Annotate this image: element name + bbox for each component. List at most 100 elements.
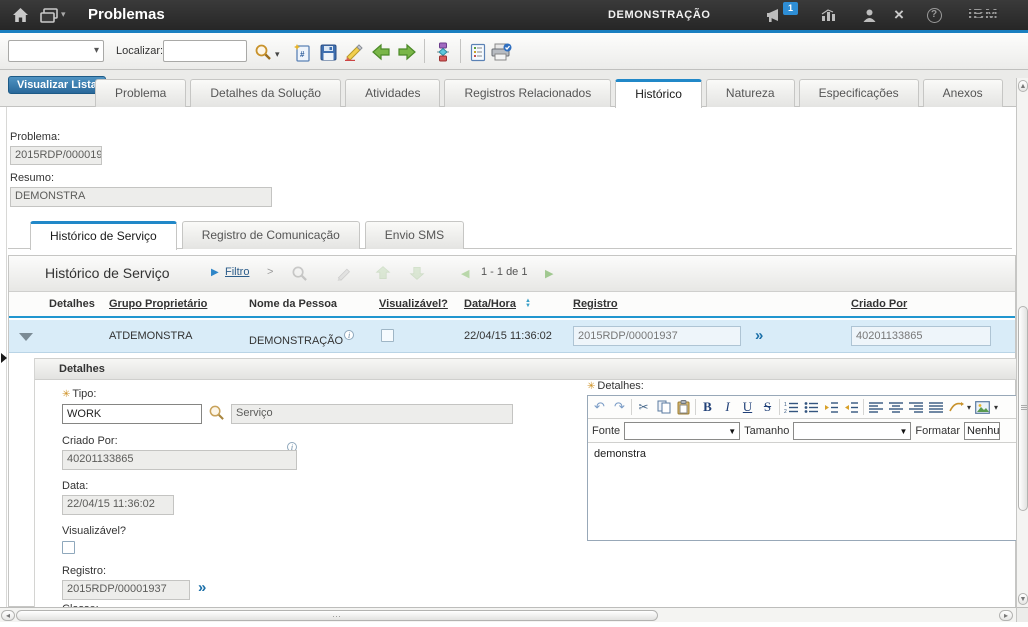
next-page-icon[interactable]: ▶ [545,267,553,280]
italic-icon[interactable]: I [719,399,736,416]
visualizavel-label: Visualizável? [62,525,126,537]
fonte-select[interactable]: ▼ [624,422,740,440]
tab-atividades[interactable]: Atividades [345,79,440,107]
clear-changes-icon[interactable] [342,41,364,63]
horizontal-scroll-thumb[interactable]: ⋯ [16,610,658,621]
bullet-list-icon[interactable] [803,399,820,416]
row-criado-por-field: 40201133865 [851,326,991,346]
row-details-region: Detalhes ✳Tipo: WORK Serviço Criado Por:… [34,358,1015,608]
col-data-hora[interactable]: Data/Hora [464,298,516,310]
save-icon[interactable] [317,41,339,63]
link-caret-icon[interactable]: ▾ [967,403,971,412]
view-list-button[interactable]: Visualizar Lista [8,76,106,94]
tab-natureza[interactable]: Natureza [706,79,795,107]
registro-detail-menu-icon[interactable]: » [198,579,206,596]
scrollbar-corner [1016,607,1028,622]
data-field: 22/04/15 11:36:02 [62,495,174,515]
goto-apps-icon[interactable] [38,6,60,24]
cut-icon[interactable]: ✂ [635,399,652,416]
search-icon[interactable] [252,41,274,63]
strikethrough-icon[interactable]: S [759,399,776,416]
announcements-icon[interactable] [763,6,785,24]
ordered-list-icon[interactable]: 12 [783,399,800,416]
registro-label: Registro: [62,565,106,577]
next-record-icon[interactable] [396,41,418,63]
row-visualizavel-checkbox[interactable] [381,329,394,342]
horizontal-scrollbar[interactable]: ◂ ⋯ ▸ [0,607,1016,622]
align-center-icon[interactable] [887,399,904,416]
undo-icon[interactable]: ↶ [591,399,608,416]
indent-icon[interactable] [823,399,840,416]
toolbar-separator [460,39,461,63]
align-left-icon[interactable] [867,399,884,416]
tab-detalhes-da-solucao[interactable]: Detalhes da Solução [190,79,341,107]
visualizavel-checkbox[interactable] [62,541,75,554]
toolbar-separator [424,39,425,63]
link-icon[interactable] [947,399,964,416]
goto-caret-icon[interactable]: ▾ [61,9,66,20]
vertical-scrollbar[interactable]: ▲ ▼ [1016,78,1028,607]
sign-out-icon[interactable]: × [888,6,910,24]
previous-record-icon[interactable] [370,41,392,63]
filter-link[interactable]: Filtro [225,266,249,278]
tipo-lookup-icon[interactable] [208,404,225,426]
new-record-icon[interactable]: # [291,41,313,63]
image-icon[interactable] [974,399,991,416]
table-title: Histórico de Serviço [45,265,170,281]
home-icon[interactable] [9,6,31,24]
tab-especificacoes[interactable]: Especificações [799,79,919,107]
col-criado-por[interactable]: Criado Por [851,298,907,310]
image-caret-icon[interactable]: ▾ [994,403,998,412]
scroll-up-icon[interactable]: ▲ [1018,80,1028,92]
copy-icon[interactable] [655,399,672,416]
detalhes-label: ✳Detalhes: [587,380,644,392]
find-label: Localizar: [116,45,163,57]
info-icon[interactable]: i [344,330,354,340]
align-justify-icon[interactable] [927,399,944,416]
subtab-historico-de-servico[interactable]: Histórico de Serviço [30,221,177,250]
scroll-right-icon[interactable]: ▸ [999,610,1013,621]
vertical-scroll-thumb[interactable] [1018,306,1028,511]
registro-detail-menu-icon[interactable]: » [755,327,763,344]
col-visualizavel[interactable]: Visualizável? [379,298,448,310]
align-right-icon[interactable] [907,399,924,416]
resumo-label: Resumo: [10,172,54,184]
collapse-row-icon[interactable] [19,333,33,341]
prev-page-icon: ◀ [461,267,469,280]
app-title: Problemas [88,6,165,23]
subtab-envio-sms[interactable]: Envio SMS [365,221,464,249]
print-icon[interactable] [490,41,512,63]
scroll-down-icon[interactable]: ▼ [1018,593,1028,605]
scroll-left-icon[interactable]: ◂ [1,610,15,621]
tab-registros-relacionados[interactable]: Registros Relacionados [444,79,611,107]
find-input[interactable] [163,40,247,62]
search-caret-icon[interactable]: ▾ [275,49,280,60]
sort-icon[interactable]: ▲▼ [525,299,531,309]
reports-chart-icon[interactable] [818,6,840,24]
col-grupo-proprietario[interactable]: Grupo Proprietário [109,298,207,310]
table-row[interactable]: ATDEMONSTRA DEMONSTRAÇÃOi 22/04/15 11:36… [9,320,1015,353]
reports-icon[interactable] [467,41,489,63]
outdent-icon[interactable] [843,399,860,416]
help-icon[interactable]: ? [923,6,945,24]
row-nome: DEMONSTRAÇÃOi [249,330,354,347]
tab-historico[interactable]: Histórico [615,79,702,108]
profile-icon[interactable] [858,6,880,24]
tamanho-select[interactable]: ▼ [793,422,911,440]
col-registro[interactable]: Registro [573,298,618,310]
filter-expand-icon[interactable]: ▶ [211,267,219,278]
subtab-registro-de-comunicacao[interactable]: Registro de Comunicação [182,221,360,249]
row-datahora: 22/04/15 11:36:02 [464,330,552,342]
workflow-icon[interactable] [432,41,454,63]
tab-problema[interactable]: Problema [95,79,186,107]
paste-icon[interactable] [675,399,692,416]
tipo-input[interactable]: WORK [62,404,202,424]
rte-content[interactable]: demonstra [588,443,1016,540]
underline-icon[interactable]: U [739,399,756,416]
redo-icon[interactable]: ↷ [611,399,628,416]
svg-text:1: 1 [784,402,787,408]
tab-anexos[interactable]: Anexos [923,79,1003,107]
action-select[interactable]: ▾ [8,40,104,62]
formatar-select[interactable]: Nenhum [964,422,1000,440]
bold-icon[interactable]: B [699,399,716,416]
